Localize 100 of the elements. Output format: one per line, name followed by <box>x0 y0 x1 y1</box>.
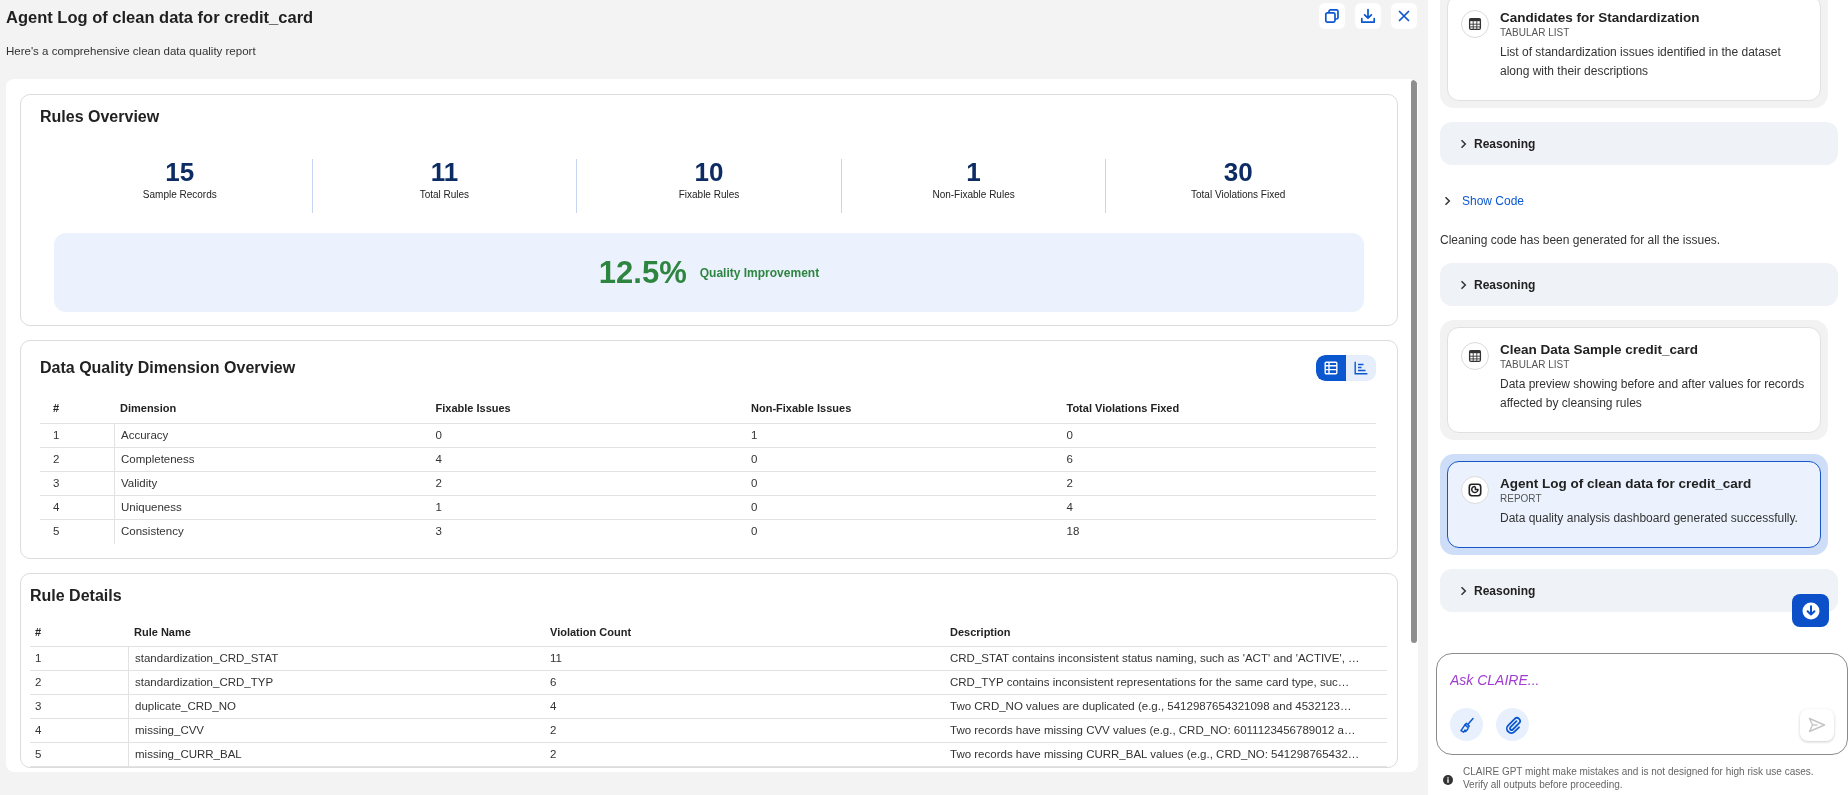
card-title: Rule Details <box>30 586 123 606</box>
column-header: Total Violations Fixed <box>1065 401 1181 414</box>
table-cell-text: 0 <box>750 476 759 491</box>
table-cell-text: 2 <box>34 675 43 690</box>
table-icon <box>1461 342 1489 370</box>
table-cell-text: 2 <box>549 747 558 762</box>
table-cell-text: 4 <box>34 723 43 738</box>
clean-button[interactable] <box>1450 708 1483 741</box>
stat-value: 11 <box>430 159 459 185</box>
brush-icon <box>1457 715 1476 734</box>
table-cell-text: 0 <box>434 428 443 443</box>
table-cell-text: 3 <box>434 524 443 539</box>
table-cell: Validity <box>114 472 430 495</box>
table-cell: Consistency <box>114 520 430 544</box>
artifact-item[interactable]: Agent Log of clean data for credit_card REPORT Data quality analysis dashboard generated successfully. <box>1440 454 1828 555</box>
arrow-down-icon <box>1801 601 1820 620</box>
artifact-description: Data quality analysis dashboard generated successfully. <box>1500 510 1798 527</box>
stat-label: Non-Fixable Rules <box>932 189 1015 201</box>
report-subtitle: Here's a comprehensive clean data quality report <box>6 44 257 58</box>
table-cell-text: Two records have missing CVV values (e.g., CRD_NO: 6011123456789012 a… <box>949 723 1357 738</box>
table-cell: missing_CVV <box>128 719 544 742</box>
table-cell: standardization_CRD_TYP <box>128 671 544 694</box>
stat-value: 30 <box>1223 159 1253 185</box>
table-cell-text: 0 <box>1065 428 1074 443</box>
card-title: Data Quality Dimension Overview <box>40 358 296 378</box>
info-icon <box>1443 775 1453 785</box>
disclaimer-text: CLAIRE GPT might make mistakes and is not designed for high risk use cases. Verify all outputs before proceeding. <box>1463 765 1815 791</box>
assistant-message: Cleaning code has been generated for all the issues. <box>1440 232 1722 249</box>
table-icon <box>1461 10 1489 38</box>
table-cell-text: 4 <box>52 500 61 515</box>
table-cell-text: Two records have missing CURR_BAL values (e.g., CRD_NO: 541298765432… <box>949 747 1361 762</box>
column-header: # <box>34 626 43 638</box>
table-cell-text: 3 <box>52 476 61 491</box>
stat-value: 1 <box>966 159 981 185</box>
column-header: Fixable Issues <box>434 401 512 414</box>
show-code-link[interactable]: Show Code <box>1440 191 1525 211</box>
table-cell-text: 2 <box>1065 476 1074 491</box>
stat-label: Total Violations Fixed <box>1191 189 1286 201</box>
table-cell-text: CRD_STAT contains inconsistent status naming, such as 'ACT' and 'ACTIVE', … <box>949 651 1361 666</box>
reasoning-toggle[interactable]: Reasoning <box>1440 569 1838 612</box>
table-cell: standardization_CRD_STAT <box>128 647 544 670</box>
artifact-description: List of standardization issues identified in the dataset along with their descriptions <box>1500 44 1782 80</box>
reasoning-toggle[interactable]: Reasoning <box>1440 122 1838 165</box>
artifact-type: REPORT <box>1500 493 1542 505</box>
artifact-item[interactable]: Clean Data Sample credit_card TABULAR LIST Data preview showing before and after values for records affected by cleansing rules <box>1440 320 1828 440</box>
table-cell-text: CRD_TYP contains inconsistent representations for the same card type, suc… <box>949 675 1351 690</box>
table-cell-text: 5 <box>52 524 61 539</box>
stat-value: 15 <box>165 159 195 185</box>
column-header: Description <box>949 626 1012 638</box>
table-view-button[interactable] <box>1316 355 1346 381</box>
pie-chart-icon <box>1461 476 1489 504</box>
column-header: Dimension <box>119 401 178 414</box>
stat-label: Total Rules <box>419 189 470 201</box>
artifact-title: Agent Log of clean data for credit_card <box>1500 475 1752 493</box>
table-cell: Completeness <box>114 448 430 471</box>
table-cell-text: 2 <box>52 452 61 467</box>
column-header: Violation Count <box>549 626 633 638</box>
artifact-title: Clean Data Sample credit_card <box>1500 341 1699 359</box>
paperclip-icon <box>1503 715 1522 734</box>
table-cell-text: 1 <box>52 428 61 443</box>
artifact-type: TABULAR LIST <box>1500 359 1570 371</box>
table-cell-text: 6 <box>1065 452 1074 467</box>
scrollbar-thumb[interactable] <box>1411 80 1417 643</box>
improvement-value: 12.5% <box>598 254 687 291</box>
table-cell-text: 2 <box>434 476 443 491</box>
table-cell-text: 18 <box>1065 524 1081 539</box>
table-cell-text: 1 <box>34 651 43 666</box>
artifact-description: Data preview showing before and after values for records affected by cleansing rules <box>1500 376 1806 412</box>
artifact-item[interactable]: Candidates for Standardization TABULAR LIST List of standardization issues identified in the dataset along with their descriptions <box>1440 0 1828 108</box>
table-cell-text: 2 <box>549 723 558 738</box>
download-icon <box>1360 8 1376 24</box>
attach-button[interactable] <box>1496 708 1529 741</box>
table-cell-text: 4 <box>1065 500 1074 515</box>
column-header: Rule Name <box>133 626 192 638</box>
card-title: Rules Overview <box>40 107 161 127</box>
table-cell-text: 1 <box>750 428 759 443</box>
table-cell: missing_CURR_BAL <box>128 743 544 766</box>
table-cell-text: 6 <box>549 675 558 690</box>
table-cell-text: 5 <box>34 747 43 762</box>
download-button[interactable] <box>1355 3 1381 29</box>
artifact-type: TABULAR LIST <box>1500 27 1570 39</box>
scroll-down-button[interactable] <box>1792 594 1829 627</box>
copy-button[interactable] <box>1319 3 1345 29</box>
report-title: Agent Log of clean data for credit_card <box>6 7 314 27</box>
bar-chart-icon <box>1354 361 1368 375</box>
reasoning-toggle[interactable]: Reasoning <box>1440 263 1838 306</box>
table-cell-text: 4 <box>549 699 558 714</box>
table-cell-text: 1 <box>434 500 443 515</box>
send-icon <box>1808 716 1826 733</box>
table-cell-text: 0 <box>750 500 759 515</box>
artifact-title: Candidates for Standardization <box>1500 9 1700 27</box>
close-button[interactable] <box>1391 3 1417 29</box>
improvement-label: Quality Improvement <box>699 265 820 280</box>
table-cell-text: Two CRD_NO values are duplicated (e.g., 5412987654321098 and 4532123… <box>949 699 1353 714</box>
close-icon <box>1398 10 1410 22</box>
table-cell-text: 0 <box>750 452 759 467</box>
table-cell: duplicate_CRD_NO <box>128 695 544 718</box>
table-cell-text: 11 <box>549 651 563 666</box>
chat-input[interactable]: Ask CLAIRE... <box>1450 669 1834 691</box>
stat-value: 10 <box>694 159 724 185</box>
